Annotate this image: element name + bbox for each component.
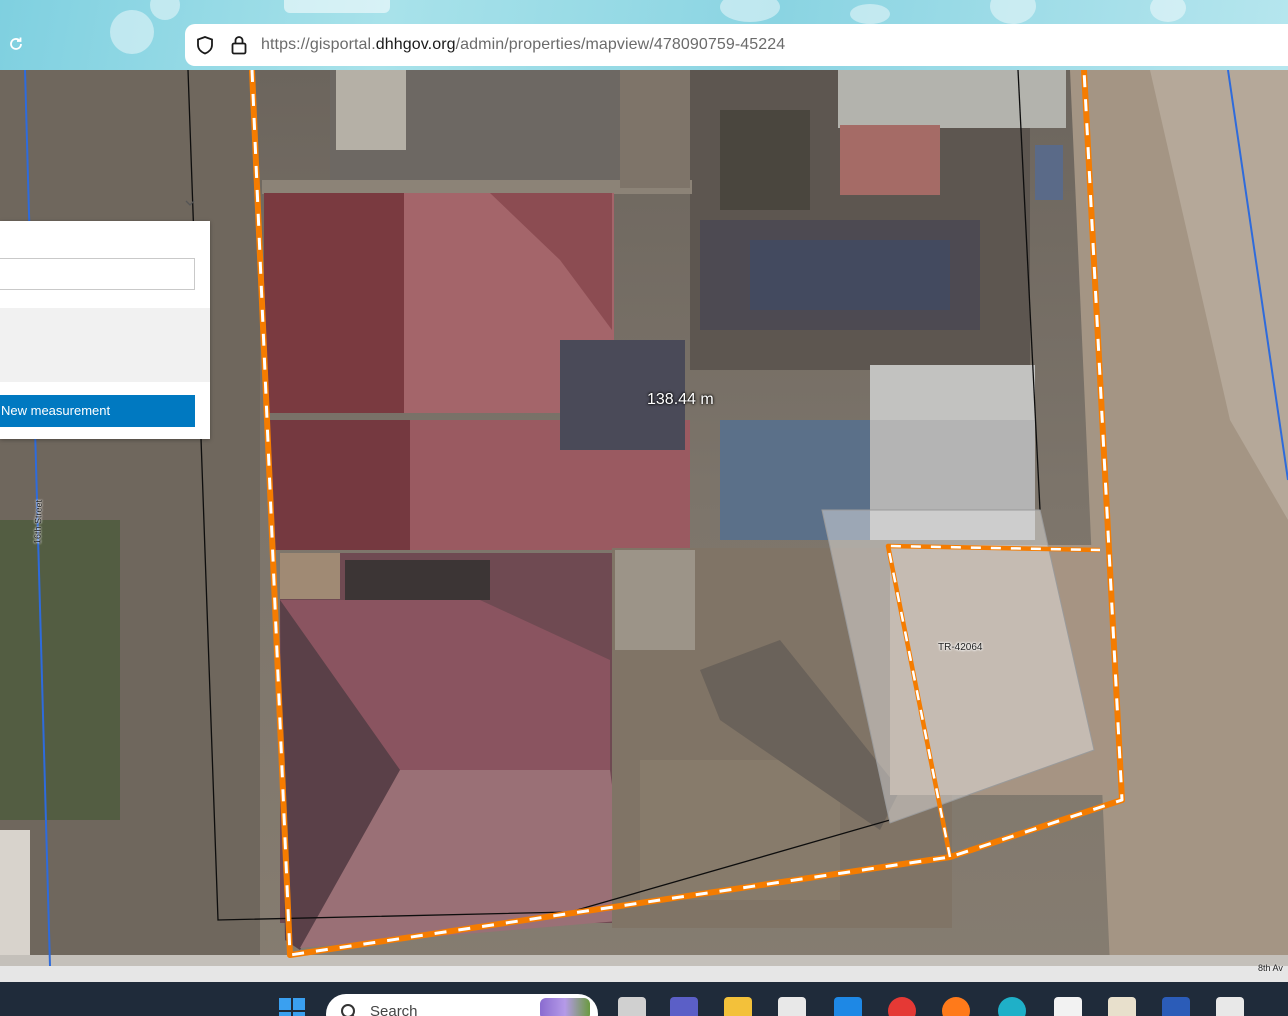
lock-icon[interactable] <box>229 34 249 61</box>
reload-icon[interactable] <box>4 32 28 56</box>
app-icon[interactable] <box>1216 997 1244 1016</box>
active-tab[interactable] <box>284 0 390 13</box>
start-icon[interactable] <box>278 997 306 1016</box>
chrome-icon[interactable] <box>888 997 916 1016</box>
mail-icon[interactable] <box>834 997 862 1016</box>
search-placeholder: Search <box>370 1003 418 1016</box>
url-path: /admin/properties/mapview/478090759-4522… <box>455 36 786 53</box>
edge-icon[interactable] <box>998 997 1026 1016</box>
task-view-icon[interactable] <box>618 997 646 1016</box>
unit-select[interactable] <box>0 200 195 290</box>
street-label: 16th Street <box>32 499 44 545</box>
taskbar: Search <box>0 982 1288 1016</box>
image-icon[interactable] <box>1108 997 1136 1016</box>
document-icon[interactable] <box>1054 997 1082 1016</box>
url-text[interactable]: https://gisportal.dhhgov.org/admin/prope… <box>261 36 785 54</box>
address-bar[interactable]: https://gisportal.dhhgov.org/admin/prope… <box>185 24 1288 66</box>
map-scrollbar[interactable] <box>0 966 1288 982</box>
measurement-label: 138.44 m <box>647 391 714 408</box>
map-view[interactable]: New measurement 138.44 m TR-42064 16th S… <box>0 70 1288 966</box>
taskbar-search[interactable]: Search <box>326 994 598 1016</box>
url-prefix: https://gisportal. <box>261 36 376 53</box>
new-measurement-button[interactable]: New measurement <box>0 395 195 427</box>
corner-street-label: 8th Av <box>1258 963 1283 973</box>
measurement-result-area <box>0 308 210 382</box>
search-icon <box>340 1003 360 1016</box>
lavender-image <box>540 998 590 1016</box>
word-icon[interactable] <box>1162 997 1190 1016</box>
firefox-icon[interactable] <box>942 997 970 1016</box>
parcel-label[interactable]: TR-42064 <box>938 642 982 653</box>
shield-icon[interactable] <box>195 35 215 60</box>
measurement-panel: New measurement <box>0 200 210 439</box>
browser-chrome: https://gisportal.dhhgov.org/admin/prope… <box>0 0 1288 70</box>
url-domain: dhhgov.org <box>375 36 456 53</box>
teams-icon[interactable] <box>670 997 698 1016</box>
store-icon[interactable] <box>778 997 806 1016</box>
file-explorer-icon[interactable] <box>724 997 752 1016</box>
